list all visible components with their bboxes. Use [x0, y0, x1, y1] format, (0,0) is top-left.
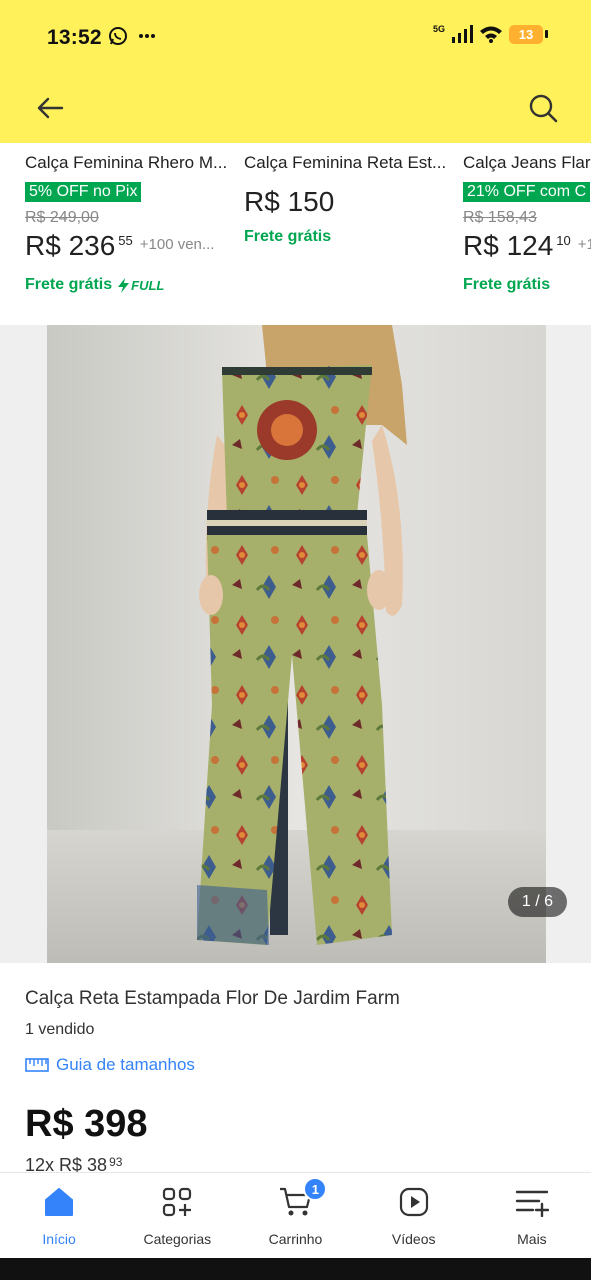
nav-item-home[interactable]: Início	[0, 1173, 118, 1258]
discount-badge: 21% OFF com C	[463, 182, 591, 202]
nav-label-videos: Vídeos	[391, 1231, 436, 1247]
nav-item-videos[interactable]: Vídeos	[355, 1173, 473, 1258]
product-image	[47, 325, 546, 963]
sold-count: +100 ven...	[139, 236, 215, 253]
shipping-info: Frete grátis FULL	[25, 276, 239, 294]
price-cents: 55	[118, 233, 133, 248]
back-button[interactable]	[30, 88, 70, 128]
more-notifications-icon	[139, 34, 155, 38]
menu-plus-icon	[514, 1185, 550, 1219]
battery-tip	[545, 30, 548, 38]
old-price: R$ 249,00	[25, 209, 99, 226]
nav-item-categories[interactable]: Categorias	[118, 1173, 236, 1258]
related-item-card[interactable]: Calça Jeans Flar 21% OFF com C R$ 158,43…	[463, 153, 591, 294]
free-shipping-label: Frete grátis	[463, 276, 551, 293]
wifi-icon	[480, 26, 502, 43]
nav-label-home: Início	[42, 1231, 76, 1247]
related-item-title: Calça Feminina Rhero M...	[25, 153, 228, 172]
price-row: R$ 150	[244, 186, 458, 218]
price-row: R$ 124 10 +10	[463, 230, 591, 262]
related-item-title: Calça Feminina Reta Est...	[244, 153, 447, 172]
lightning-icon	[118, 277, 130, 293]
product-info: Calça Reta Estampada Flor De Jardim Farm…	[0, 963, 591, 1175]
ruler-icon	[25, 1058, 49, 1072]
categories-icon	[159, 1185, 195, 1219]
related-item-title: Calça Jeans Flar	[463, 153, 591, 172]
size-guide-label: Guia de tamanhos	[56, 1055, 195, 1074]
signal-icon	[452, 25, 473, 43]
arrow-left-icon	[37, 97, 64, 119]
search-icon	[529, 94, 558, 123]
sold-count: +10	[577, 236, 591, 253]
related-item-card[interactable]: Calça Feminina Reta Est... R$ 150 Frete …	[244, 153, 458, 246]
product-price: R$ 398	[25, 1103, 148, 1145]
network-type: 5G	[432, 24, 445, 34]
product-photo[interactable]	[47, 325, 546, 963]
status-notifications	[108, 26, 156, 46]
full-tag: FULL	[118, 277, 165, 293]
price-row: R$ 236 55 +100 ven...	[25, 230, 239, 262]
price-cents: 10	[556, 233, 571, 248]
old-price: R$ 158,43	[463, 209, 537, 226]
whatsapp-icon	[109, 27, 127, 45]
status-system-icons: 5G 13	[433, 24, 548, 44]
app-header: 13:52 5G 13	[0, 0, 591, 143]
installments-cents: 93	[109, 1155, 123, 1169]
bottom-navigation: Início Categorias 1 Carrinho Vídeos Mais	[0, 1172, 591, 1258]
sold-count: 1 vendido	[25, 1021, 95, 1038]
price: R$ 236	[25, 230, 116, 261]
battery-indicator: 13	[509, 24, 543, 44]
full-label: FULL	[131, 277, 165, 293]
home-icon	[41, 1185, 77, 1219]
nav-label-categories: Categorias	[143, 1231, 212, 1247]
shipping-info: Frete grátis	[463, 276, 591, 294]
search-button[interactable]	[523, 88, 563, 128]
discount-badge: 5% OFF no Pix	[25, 182, 142, 202]
nav-label-more: Mais	[517, 1231, 547, 1247]
nav-label-cart: Carrinho	[268, 1231, 323, 1247]
status-time: 13:52	[47, 26, 102, 49]
system-gesture-bar	[0, 1258, 591, 1280]
image-counter: 1 / 6	[507, 887, 567, 917]
video-icon	[396, 1185, 432, 1219]
price: R$ 124	[463, 230, 554, 261]
cart-count-badge: 1	[303, 1177, 328, 1201]
size-guide-link[interactable]: Guia de tamanhos	[25, 1055, 195, 1075]
product-gallery[interactable]	[0, 325, 591, 963]
related-item-card[interactable]: Calça Feminina Rhero M... 5% OFF no Pix …	[25, 153, 239, 294]
shipping-info: Frete grátis	[244, 228, 458, 246]
nav-item-more[interactable]: Mais	[473, 1173, 591, 1258]
nav-item-cart[interactable]: 1 Carrinho	[236, 1173, 354, 1258]
price: R$ 150	[244, 186, 335, 217]
free-shipping-label: Frete grátis	[25, 276, 113, 293]
related-items-carousel[interactable]: Calça Feminina Rhero M... 5% OFF no Pix …	[0, 143, 591, 325]
product-title: Calça Reta Estampada Flor De Jardim Farm	[25, 988, 400, 1009]
free-shipping-label: Frete grátis	[244, 228, 332, 245]
